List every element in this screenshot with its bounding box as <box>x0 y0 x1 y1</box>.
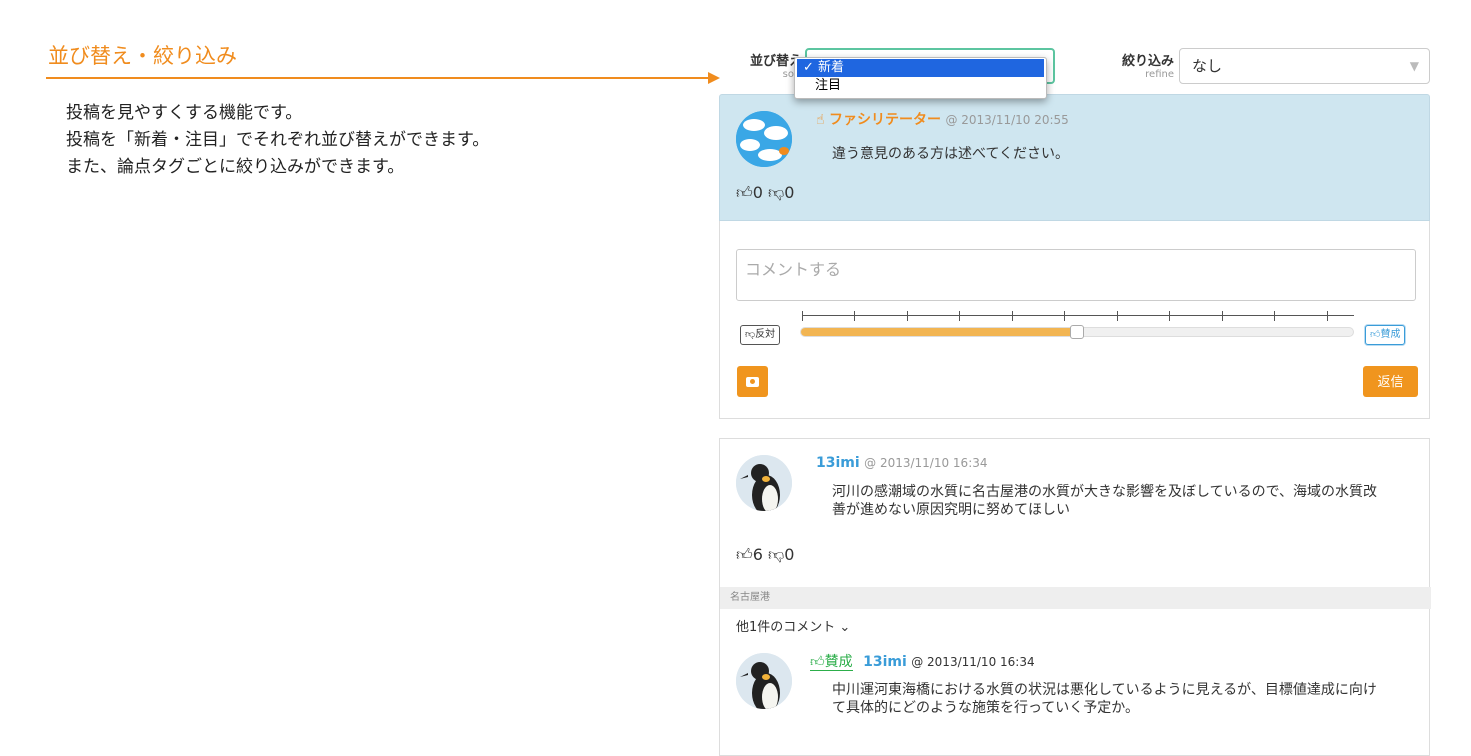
annotation-line: 投稿を見やすくする機能です。 <box>66 103 303 123</box>
stance-scale <box>802 311 1354 325</box>
reply-header: 👍︎賛成 13imi @ 2013/11/10 16:34 <box>810 651 1035 671</box>
reply-button[interactable]: 返信 <box>1363 366 1418 397</box>
thread-panel: 並び替え sort ✓ 新着 注目 絞り込み refine なし ▼ ☝ ファシ… <box>718 36 1431 756</box>
stance-slider-handle[interactable] <box>1070 325 1084 339</box>
sort-label: 並び替え sort <box>732 50 802 80</box>
penguin-avatar-icon <box>736 653 792 709</box>
sort-option-featured[interactable]: 注目 <box>795 77 1046 95</box>
scale-tick <box>1117 311 1118 321</box>
stance-badge: 👍︎賛成 <box>810 654 853 671</box>
thumbs-up-icon: ☝ <box>816 112 825 128</box>
dislike-count: 0 <box>784 183 795 202</box>
stance-slider-fill <box>801 328 1077 336</box>
stance-slider[interactable] <box>800 325 1354 339</box>
annotation-description: 投稿を見やすくする機能です。 投稿を「新着・注目」でそれぞれ並び替えができます。… <box>66 100 489 181</box>
sort-option-new[interactable]: ✓ 新着 <box>797 59 1044 77</box>
refine-sublabel: refine <box>1145 69 1174 80</box>
scale-tick <box>1327 311 1328 321</box>
facilitator-post: ☝ ファシリテーター @ 2013/11/10 20:55 違う意見のある方は述… <box>719 94 1430 221</box>
camera-lens <box>750 379 755 384</box>
timestamp: @ 2013/11/10 20:55 <box>945 113 1069 127</box>
like-button[interactable]: 👍︎6 <box>736 545 763 564</box>
avatar <box>736 455 792 511</box>
scale-tick <box>1012 311 1013 321</box>
refine-label: 絞り込み refine <box>1098 50 1174 80</box>
annotation-title: 並び替え・絞り込み <box>48 44 237 68</box>
author-name[interactable]: ファシリテーター <box>829 112 941 128</box>
annotation-line: 投稿を「新着・注目」でそれぞれ並び替えができます。 <box>66 130 490 150</box>
scale-tick <box>1222 311 1223 321</box>
scale-tick <box>802 311 803 321</box>
dislike-count: 0 <box>784 545 795 564</box>
reply-text: 中川運河東海橋における水質の状況は悪化しているように見えるが、目標値達成に向け … <box>832 682 1377 716</box>
vote-counts: 👍︎6 👎︎0 <box>736 545 794 565</box>
oppose-button[interactable]: 👎︎反対 <box>740 325 781 345</box>
dislike-button[interactable]: 👎︎0 <box>768 183 794 202</box>
author-name[interactable]: 13imi <box>863 654 907 670</box>
scale-tick <box>1274 311 1275 321</box>
cloud-avatar-icon <box>736 111 792 167</box>
post-text: 河川の感潮域の水質に名古屋港の水質が大きな影響を及ぼしているので、海域の水質改 … <box>832 484 1378 518</box>
refine-select[interactable]: なし ▼ <box>1179 48 1430 84</box>
like-count: 6 <box>752 545 763 564</box>
annotation-pointer-line <box>46 77 710 79</box>
penguin-avatar-icon <box>736 455 792 511</box>
scale-tick <box>907 311 908 321</box>
like-button[interactable]: 👍︎0 <box>736 183 763 202</box>
chevron-down-icon: ⌄ <box>839 620 851 635</box>
screen: 並び替え・絞り込み 投稿を見やすくする機能です。 投稿を「新着・注目」でそれぞれ… <box>0 0 1471 756</box>
post-card: 13imi @ 2013/11/10 16:34 河川の感潮域の水質に名古屋港の… <box>719 438 1431 756</box>
sort-dropdown-menu: ✓ 新着 注目 <box>794 57 1047 99</box>
agree-button[interactable]: 👍︎賛成 <box>1365 325 1406 345</box>
avatar <box>736 653 792 709</box>
scale-tick <box>1064 311 1065 321</box>
camera-button[interactable] <box>737 366 768 397</box>
timestamp: @ 2013/11/10 16:34 <box>864 456 988 470</box>
author-name[interactable]: 13imi <box>816 455 860 471</box>
refine-value: なし <box>1192 57 1223 75</box>
like-count: 0 <box>752 183 763 202</box>
post-header: 13imi @ 2013/11/10 16:34 <box>816 455 988 471</box>
timestamp: @ 2013/11/10 16:34 <box>911 655 1035 669</box>
chevron-down-icon: ▼ <box>1409 59 1419 73</box>
scale-tick <box>959 311 960 321</box>
vote-counts: 👍︎0 👎︎0 <box>736 183 794 203</box>
filter-bar: 並び替え sort ✓ 新着 注目 絞り込み refine なし ▼ <box>718 36 1431 99</box>
scale-tick <box>854 311 855 321</box>
sort-sublabel: sort <box>782 69 802 80</box>
more-comments-toggle[interactable]: 他1件のコメント ⌄ <box>736 616 850 635</box>
comment-input[interactable]: コメントする <box>736 249 1416 301</box>
dislike-button[interactable]: 👎︎0 <box>768 545 794 564</box>
topic-tag-bar[interactable]: 名古屋港 <box>720 587 1431 609</box>
comment-form: コメントする 👎︎反対 👍︎賛成 返信 <box>719 221 1430 419</box>
annotation-line: また、論点タグごとに絞り込みができます。 <box>66 157 405 177</box>
scale-tick <box>1169 311 1170 321</box>
post-text: 違う意見のある方は述べてください。 <box>832 146 1070 162</box>
avatar <box>736 111 792 167</box>
post-header: ☝ ファシリテーター @ 2013/11/10 20:55 <box>816 109 1069 129</box>
